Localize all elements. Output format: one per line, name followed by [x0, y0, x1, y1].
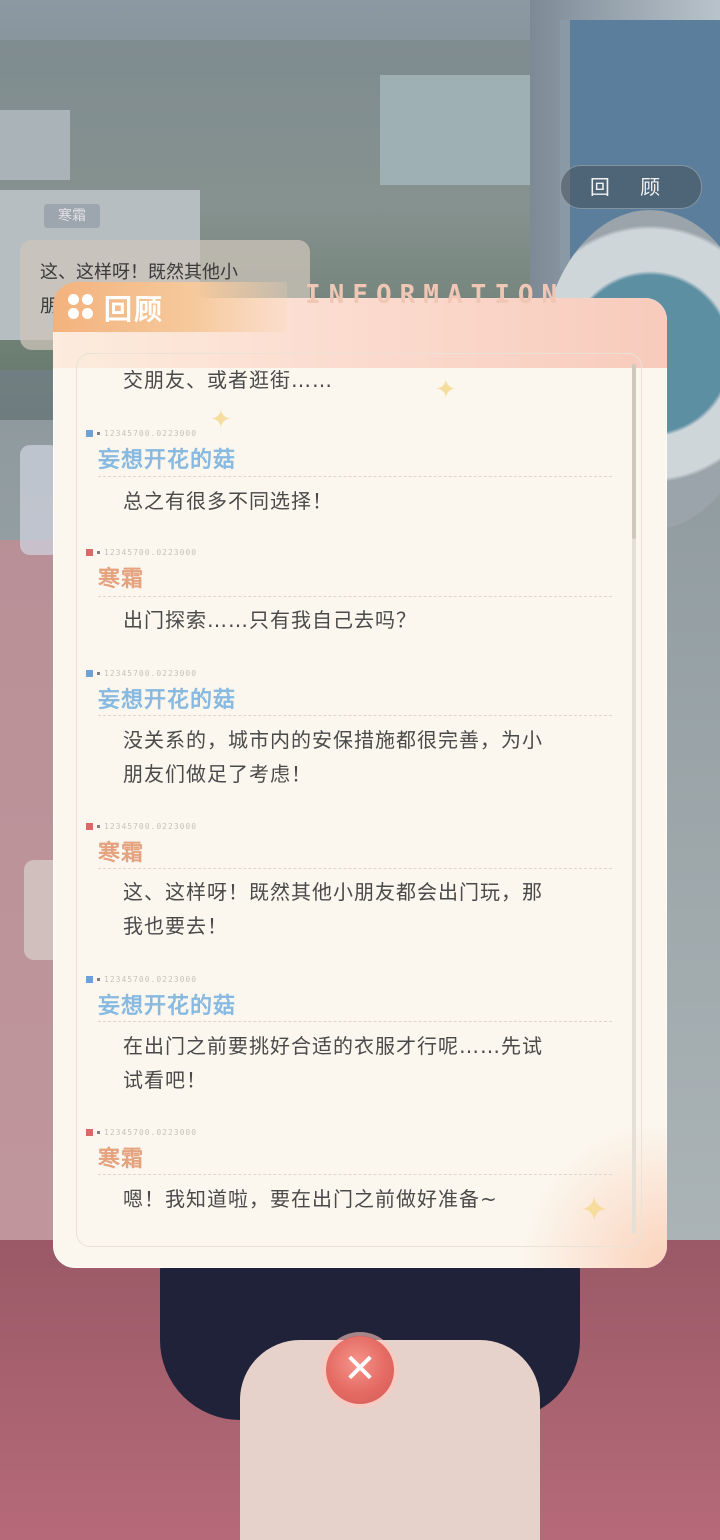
message-text: 出门探索……只有我自己去吗？	[123, 608, 417, 632]
speaker-name: 寒霜	[98, 841, 145, 866]
speaker-header: 12345700.0223000 妄想开花的菇	[86, 428, 236, 474]
panel-title: 回顾	[104, 293, 165, 326]
four-dots-icon	[68, 294, 94, 320]
speaker-header: 12345700.0223000 妄想开花的菇	[86, 974, 236, 1020]
speaker-header: 12345700.0223000 寒霜	[86, 1127, 197, 1173]
message-text: 交朋友、或者逛街……	[123, 368, 333, 392]
message-line: 没关系的，城市内的安保措施都很完善，为小	[123, 728, 543, 752]
blue-square-icon	[86, 975, 93, 983]
divider	[98, 1021, 612, 1022]
background-bubble-text: 这、这样呀！既然其他小	[40, 262, 238, 283]
building	[380, 75, 530, 185]
message-text: 在出门之前要挑好合适的衣服才行呢……先试 试看吧！	[123, 1029, 603, 1097]
message-text: 总之有很多不同选择！	[123, 489, 333, 513]
message-meta: 12345700.0223000	[86, 428, 236, 438]
red-square-icon	[86, 548, 93, 556]
message-text: 这、这样呀！既然其他小朋友都会出门玩，那 我也要去！	[123, 875, 603, 943]
message-meta: 12345700.0223000	[86, 974, 236, 984]
divider	[98, 1174, 612, 1175]
speaker-header: 12345700.0223000 寒霜	[86, 547, 197, 593]
building	[0, 110, 70, 180]
message-line: 我也要去！	[123, 914, 228, 938]
message-line: 这、这样呀！既然其他小朋友都会出门玩，那	[123, 880, 543, 904]
butterfly-close-icon: ✕	[343, 1346, 377, 1392]
background-bubble-name: 寒霜	[44, 204, 100, 228]
divider	[98, 715, 612, 716]
speaker-header: 12345700.0223000 妄想开花的菇	[86, 668, 236, 714]
speaker-name: 妄想开花的菇	[98, 688, 237, 713]
blue-square-icon	[86, 669, 93, 677]
divider	[98, 596, 612, 597]
blue-square-icon	[86, 429, 93, 437]
message-text: 嗯！我知道啦，要在出门之前做好准备~	[123, 1187, 498, 1211]
speaker-name: 妄想开花的菇	[98, 448, 237, 473]
scrollbar-thumb[interactable]	[632, 364, 636, 539]
speaker-name: 寒霜	[98, 567, 145, 592]
review-button[interactable]: 回 顾	[560, 165, 702, 209]
divider	[98, 868, 612, 869]
red-square-icon	[86, 1128, 93, 1136]
speaker-name: 妄想开花的菇	[98, 994, 237, 1019]
message-meta: 12345700.0223000	[86, 1127, 197, 1137]
decorative-title: INFORMATION	[305, 280, 566, 310]
red-square-icon	[86, 822, 93, 830]
message-text: 没关系的，城市内的安保措施都很完善，为小 朋友们做足了考虑！	[123, 723, 603, 791]
message-line: 在出门之前要挑好合适的衣服才行呢……先试	[123, 1034, 543, 1058]
close-button[interactable]: ✕	[326, 1336, 394, 1404]
message-meta: 12345700.0223000	[86, 668, 236, 678]
message-meta: 12345700.0223000	[86, 547, 197, 557]
speaker-name: 寒霜	[98, 1147, 145, 1172]
message-line: 试看吧！	[123, 1068, 207, 1092]
divider	[98, 476, 612, 477]
message-meta: 12345700.0223000	[86, 821, 197, 831]
speaker-header: 12345700.0223000 寒霜	[86, 821, 197, 867]
message-line: 朋友们做足了考虑！	[123, 762, 312, 786]
